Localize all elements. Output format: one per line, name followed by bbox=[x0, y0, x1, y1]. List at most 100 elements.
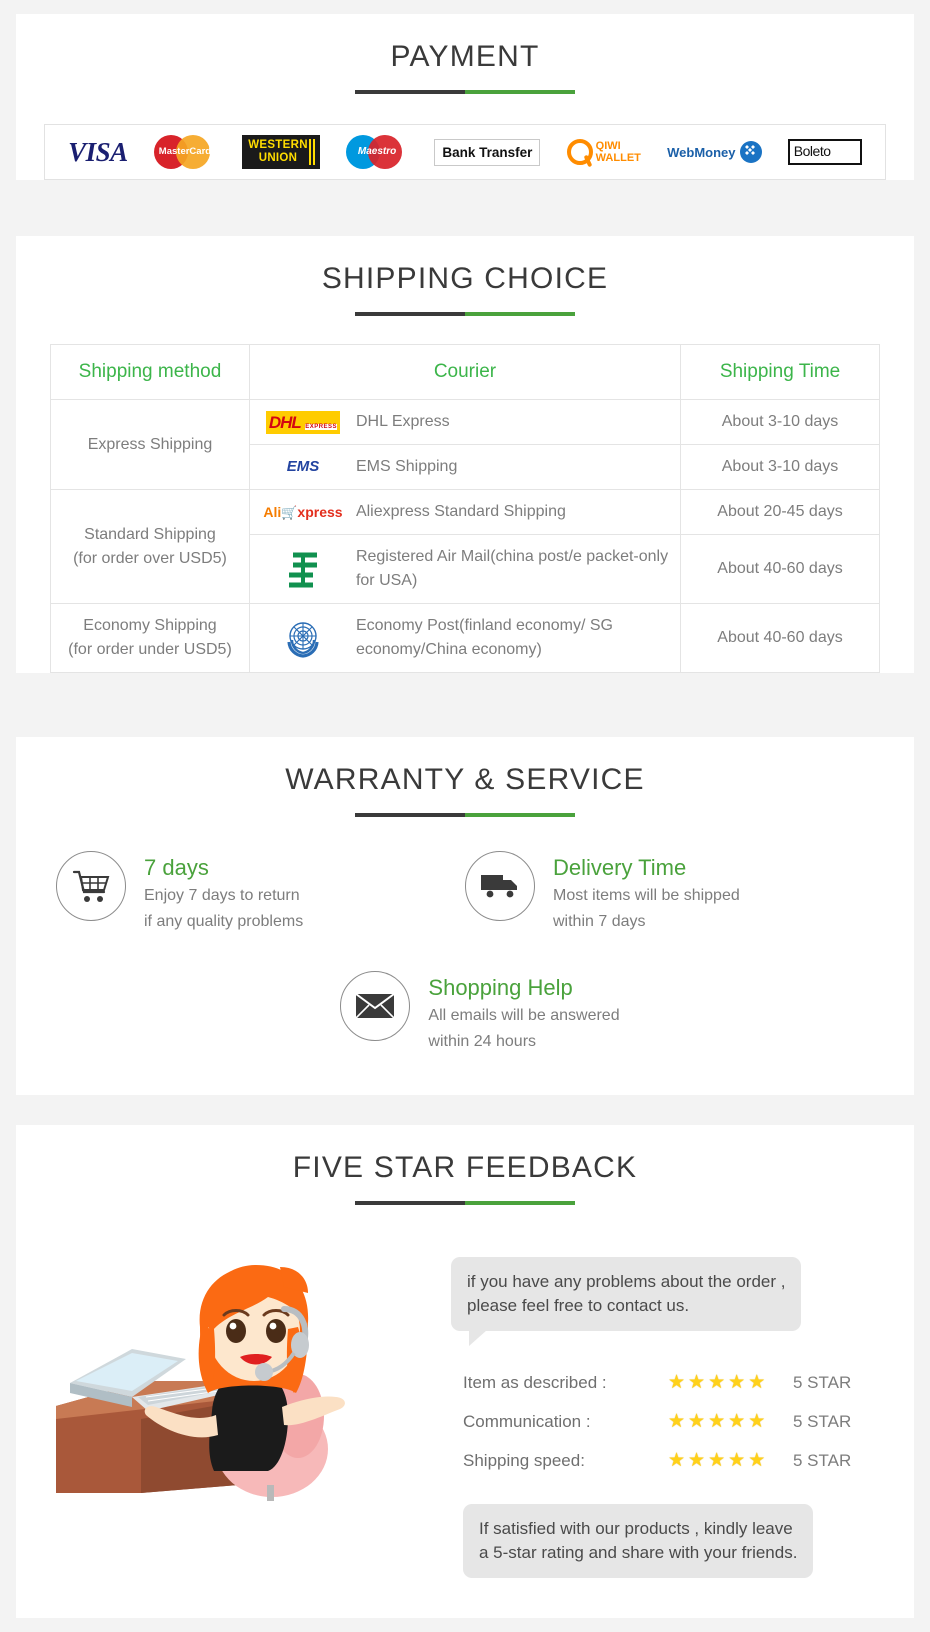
warranty-item-line1: Enjoy 7 days to return bbox=[144, 887, 300, 904]
payment-logo-webmoney: WebMoney bbox=[667, 132, 762, 172]
warranty-title: WARRANTY & SERVICE bbox=[285, 763, 645, 796]
method-express-shipping: Express Shipping bbox=[50, 399, 250, 490]
rating-stars: ★ ★ ★ ★ ★ bbox=[668, 1371, 793, 1394]
shipping-table: Shipping method Courier Shipping Time Ex… bbox=[50, 344, 880, 673]
divider-dark-half bbox=[355, 813, 465, 817]
star-icon: ★ bbox=[688, 1411, 706, 1432]
webmoney-glyph bbox=[739, 141, 762, 163]
warranty-item-return: 7 days Enjoy 7 days to return if any qua… bbox=[56, 851, 465, 935]
truck-icon bbox=[465, 851, 535, 921]
courier-name: EMS Shipping bbox=[355, 458, 458, 475]
rating-row-shipping-speed: Shipping speed: ★ ★ ★ ★ ★ 5 STAR bbox=[463, 1449, 894, 1472]
table-row: Economy Shipping (for order under USD5) bbox=[50, 603, 880, 673]
maestro-icon: Maestro bbox=[346, 135, 408, 169]
star-icon: ★ bbox=[668, 1411, 686, 1432]
mastercard-icon: MasterCard bbox=[153, 135, 216, 169]
courier-cell-aliexpress: Ali🛒xpress Aliexpress Standard Shipping bbox=[248, 489, 682, 535]
rating-row-item-as-described: Item as described : ★ ★ ★ ★ ★ 5 STAR bbox=[463, 1371, 894, 1394]
warranty-item-title: Delivery Time bbox=[553, 855, 687, 880]
star-icon: ★ bbox=[728, 1411, 746, 1432]
courier-name: Economy Post(finland economy/ SG economy… bbox=[355, 617, 613, 658]
ratings-list: Item as described : ★ ★ ★ ★ ★ 5 STAR Com… bbox=[463, 1371, 894, 1472]
warranty-text: Delivery Time Most items will be shipped… bbox=[553, 851, 740, 935]
rating-stars: ★ ★ ★ ★ ★ bbox=[668, 1410, 793, 1433]
star-icon: ★ bbox=[728, 1450, 746, 1471]
payment-logo-maestro: Maestro bbox=[346, 132, 408, 172]
qiwi-line1: QIWI bbox=[595, 140, 621, 152]
divider-green-half bbox=[465, 813, 575, 817]
satisfaction-bubble: If satisfied with our products , kindly … bbox=[463, 1504, 814, 1578]
shopping-cart-icon bbox=[56, 851, 126, 921]
western-union-line1: WESTERN bbox=[248, 139, 308, 151]
contact-bubble: if you have any problems about the order… bbox=[451, 1257, 802, 1346]
feedback-section: FIVE STAR FEEDBACK if you have any probl… bbox=[16, 1125, 914, 1618]
warranty-title-divider bbox=[355, 813, 575, 817]
feedback-body: if you have any problems about the order… bbox=[16, 1205, 914, 1618]
warranty-item-title: Shopping Help bbox=[428, 975, 573, 1000]
column-header-method: Shipping method bbox=[50, 344, 250, 400]
china-post-icon bbox=[264, 547, 342, 591]
satisfaction-bubble-line2: a 5-star rating and share with your frie… bbox=[479, 1543, 798, 1562]
courier-name: Aliexpress Standard Shipping bbox=[355, 503, 566, 520]
payment-title-divider bbox=[355, 90, 575, 94]
section-spacer-2 bbox=[0, 707, 930, 737]
feedback-details: if you have any problems about the order… bbox=[451, 1231, 894, 1578]
courier-cell-ems: EMS EMS Shipping bbox=[248, 444, 682, 490]
customer-service-agent-illustration bbox=[36, 1231, 451, 1503]
star-icon: ★ bbox=[728, 1372, 746, 1393]
divider-dark-half bbox=[355, 90, 465, 94]
column-header-time: Shipping Time bbox=[680, 344, 880, 400]
shipping-time: About 40-60 days bbox=[680, 603, 880, 673]
courier-cell-china-post: Registered Air Mail(china post/e packet-… bbox=[248, 534, 682, 604]
courier-name: Registered Air Mail(china post/e packet-… bbox=[355, 548, 669, 589]
shipping-time: About 20-45 days bbox=[680, 489, 880, 535]
maestro-label: Maestro bbox=[357, 146, 397, 157]
envelope-icon bbox=[340, 971, 411, 1041]
shipping-time: About 3-10 days bbox=[680, 399, 880, 445]
rating-label: Item as described : bbox=[463, 1372, 607, 1392]
star-icon: ★ bbox=[688, 1372, 706, 1393]
divider-green-half bbox=[465, 312, 575, 316]
qiwi-text: QIWI WALLET bbox=[596, 140, 641, 164]
courier-name: DHL Express bbox=[355, 413, 450, 430]
mastercard-label: MasterCard bbox=[158, 146, 212, 157]
warranty-item-line1: Most items will be shipped bbox=[553, 887, 740, 904]
column-header-courier: Courier bbox=[248, 344, 682, 400]
shipping-title-divider bbox=[355, 312, 575, 316]
warranty-row-2: Shopping Help All emails will be answere… bbox=[56, 971, 874, 1055]
section-spacer-1 bbox=[0, 206, 930, 236]
star-icon: ★ bbox=[668, 1450, 686, 1471]
rating-label: Shipping speed: bbox=[463, 1450, 585, 1470]
rating-value: 5 STAR bbox=[793, 1450, 852, 1470]
warranty-item-title: 7 days bbox=[144, 855, 209, 880]
method-line2: (for order under USD5) bbox=[68, 641, 232, 658]
visa-label: VISA bbox=[68, 136, 128, 167]
courier-cell-dhl: DHL EXPRESS DHL Express bbox=[248, 399, 682, 445]
warranty-text: Shopping Help All emails will be answere… bbox=[428, 971, 619, 1055]
dhl-icon: DHL EXPRESS bbox=[264, 410, 342, 434]
rating-stars: ★ ★ ★ ★ ★ bbox=[668, 1449, 793, 1472]
star-icon: ★ bbox=[708, 1372, 726, 1393]
shipping-title: SHIPPING CHOICE bbox=[321, 262, 609, 295]
table-row: Standard Shipping (for order over USD5) … bbox=[50, 489, 880, 604]
boleto-icon: Boleto bbox=[787, 139, 862, 165]
warranty-item-delivery: Delivery Time Most items will be shipped… bbox=[465, 851, 874, 935]
feedback-title-divider bbox=[355, 1201, 575, 1205]
webmoney-label: WebMoney bbox=[667, 144, 736, 160]
shipping-section: SHIPPING CHOICE Shipping method Courier … bbox=[16, 236, 914, 673]
feedback-title: FIVE STAR FEEDBACK bbox=[292, 1151, 638, 1184]
warranty-item-line2: within 24 hours bbox=[428, 1033, 537, 1050]
boleto-label: Boleto bbox=[793, 143, 831, 159]
table-row: Express Shipping DHL EXPRESS DHL Express… bbox=[50, 399, 880, 490]
payment-logo-western-union: WESTERN UNION bbox=[242, 132, 320, 172]
star-icon: ★ bbox=[708, 1411, 726, 1432]
method-economy-shipping: Economy Shipping (for order under USD5) bbox=[50, 603, 250, 673]
warranty-row-1: 7 days Enjoy 7 days to return if any qua… bbox=[56, 851, 874, 935]
star-icon: ★ bbox=[748, 1450, 766, 1471]
webmoney-icon: WebMoney bbox=[667, 141, 762, 163]
warranty-item-line2: if any quality problems bbox=[144, 913, 304, 930]
payment-section: PAYMENT VISA MasterCard WESTERN UNION Ma… bbox=[16, 14, 914, 180]
payment-logo-mastercard: MasterCard bbox=[153, 132, 216, 172]
bottom-spacer bbox=[0, 1618, 930, 1632]
method-standard-shipping: Standard Shipping (for order over USD5) bbox=[50, 489, 250, 604]
